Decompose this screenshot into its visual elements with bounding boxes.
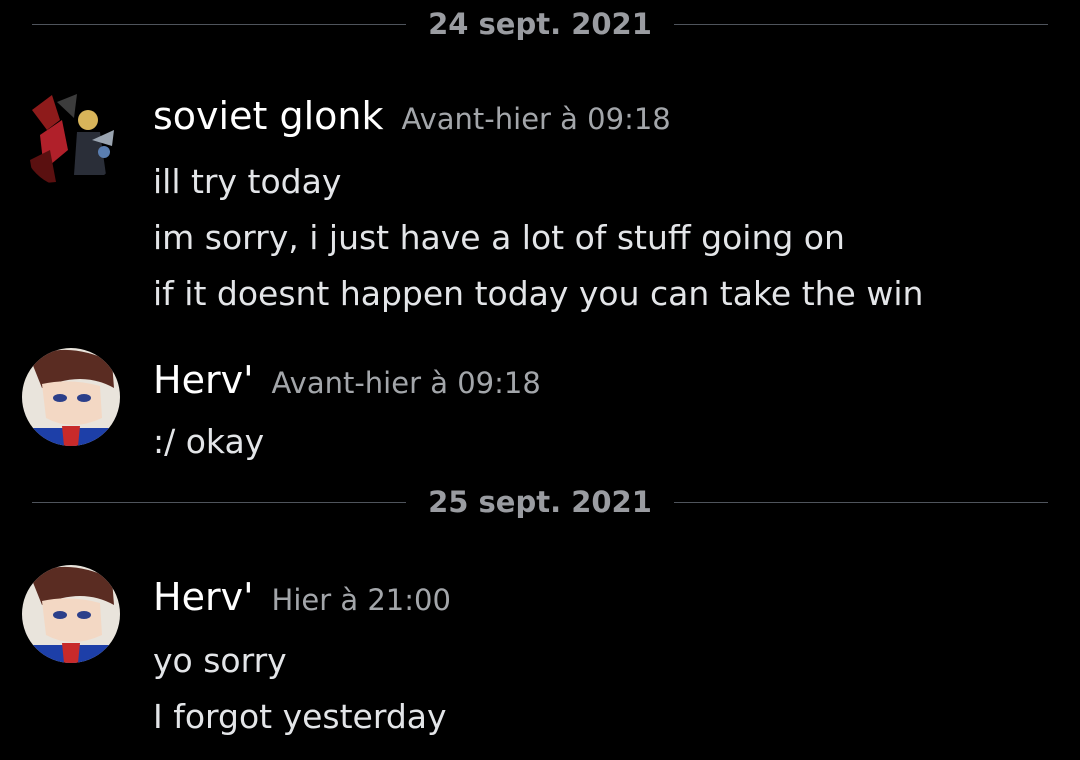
- date-divider: 24 sept. 2021: [32, 4, 1048, 44]
- message-text: if it doesnt happen today you can take t…: [153, 274, 924, 313]
- avatar-image: [22, 90, 120, 188]
- username[interactable]: Herv': [153, 575, 254, 619]
- username[interactable]: Herv': [153, 358, 254, 402]
- avatar[interactable]: [22, 348, 120, 446]
- timestamp: Avant-hier à 09:18: [401, 102, 671, 136]
- avatar[interactable]: [22, 90, 120, 188]
- username[interactable]: soviet glonk: [153, 94, 383, 138]
- divider-date: 24 sept. 2021: [428, 7, 652, 41]
- message-text: ill try today: [153, 162, 342, 201]
- divider-line: [32, 23, 407, 25]
- message-text: :/ okay: [153, 422, 265, 461]
- avatar-image: [22, 348, 120, 446]
- divider-line: [673, 501, 1048, 503]
- date-divider: 25 sept. 2021: [32, 482, 1048, 522]
- divider-line: [32, 501, 407, 503]
- divider-line: [673, 23, 1048, 25]
- message-text: im sorry, i just have a lot of stuff goi…: [153, 218, 845, 257]
- avatar[interactable]: [22, 565, 120, 663]
- divider-date: 25 sept. 2021: [428, 485, 652, 519]
- message-text: I forgot yesterday: [153, 697, 447, 736]
- avatar-image: [22, 565, 120, 663]
- timestamp: Avant-hier à 09:18: [271, 366, 541, 400]
- timestamp: Hier à 21:00: [271, 583, 451, 617]
- message-text: yo sorry: [153, 641, 287, 680]
